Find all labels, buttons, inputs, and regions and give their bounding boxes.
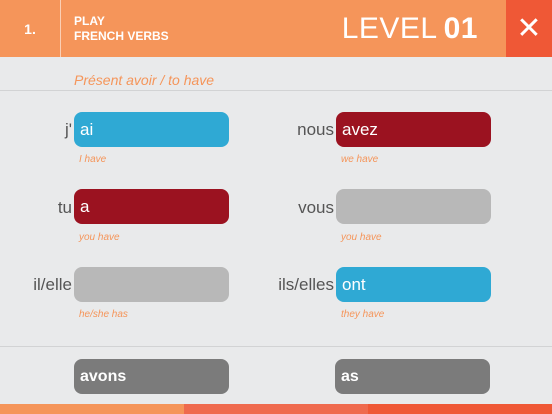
translation-hint: I have (79, 154, 107, 165)
answer-slot[interactable] (336, 189, 491, 224)
header-bar: 1. PLAY FRENCH VERBS LEVEL 01 ✕ (0, 0, 552, 57)
bottom-bar-segment (0, 404, 184, 414)
game-title-line2: FRENCH VERBS (74, 29, 169, 43)
game-title: PLAY FRENCH VERBS (74, 14, 169, 44)
pronoun-label: tu (57, 198, 72, 217)
top-divider (0, 90, 552, 91)
word-tile-avons[interactable]: avons (74, 359, 229, 394)
bottom-bar-segment (368, 404, 552, 414)
answer-slot[interactable]: avez (336, 112, 491, 147)
close-icon: ✕ (516, 11, 542, 45)
translation-hint: they have (341, 309, 385, 320)
translation-hint: he/she has (79, 309, 128, 320)
level-number: 01 (443, 12, 478, 45)
pronoun-label: ils/elles (278, 275, 334, 294)
step-number: 1. (24, 20, 36, 37)
pronoun-label: nous (297, 120, 334, 139)
answer-slot[interactable]: ont (336, 267, 491, 302)
bottom-bar-segment (184, 404, 368, 414)
game-title-line1: PLAY (74, 14, 105, 28)
header-divider (60, 0, 61, 57)
answer-slot[interactable]: ai (74, 112, 229, 147)
translation-hint: you have (341, 232, 382, 243)
answer-slot[interactable]: a (74, 189, 229, 224)
pronoun-label: vous (298, 198, 334, 217)
translation-hint: we have (341, 154, 379, 165)
level-indicator: LEVEL 01 (342, 9, 478, 49)
answer-slot[interactable] (74, 267, 229, 302)
word-bank-divider (0, 346, 552, 347)
pronoun-label: il/elle (33, 275, 72, 294)
translation-hint: you have (79, 232, 120, 243)
pronoun-label: j' (64, 120, 72, 139)
level-label: LEVEL (341, 12, 438, 45)
close-button[interactable]: ✕ (506, 0, 552, 57)
word-tile-as[interactable]: as (335, 359, 490, 394)
exercise-subtitle: Présent avoir / to have (74, 72, 215, 88)
